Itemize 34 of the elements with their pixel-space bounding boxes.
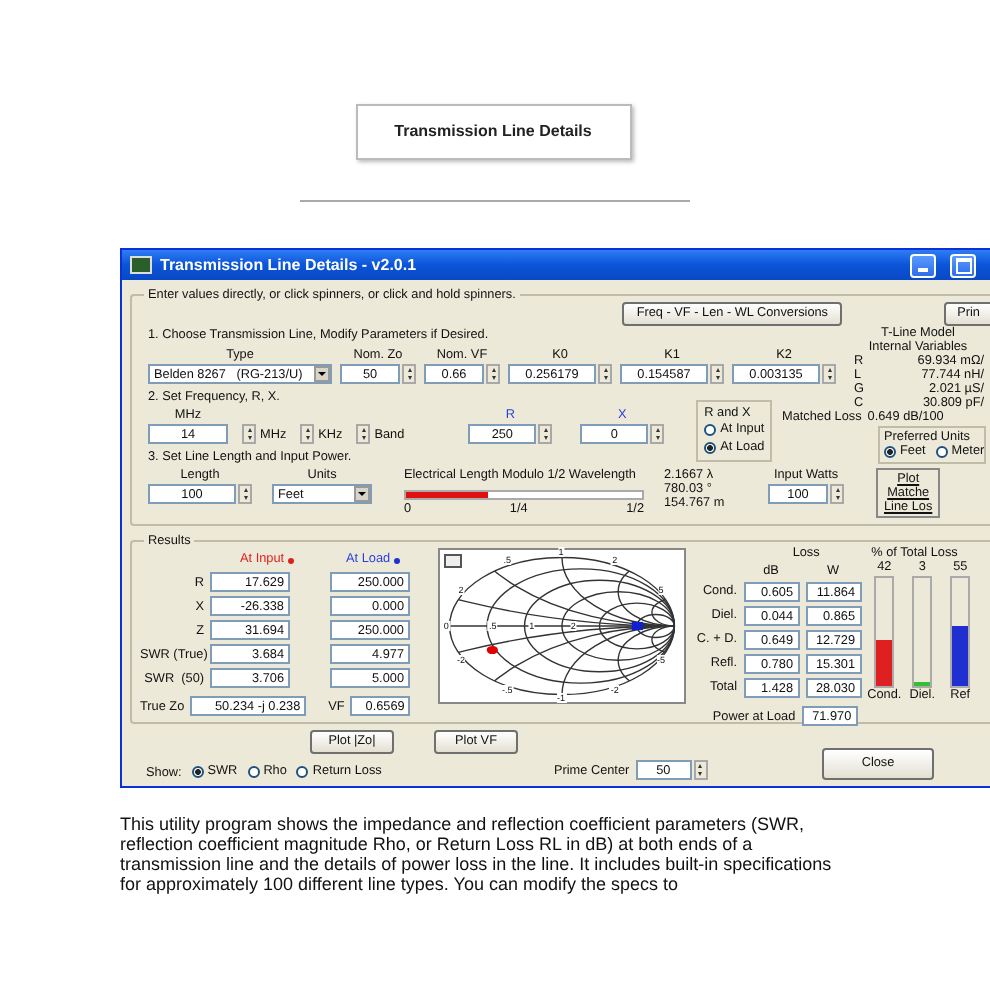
caret-icon — [354, 486, 370, 502]
spinner-button[interactable] — [830, 484, 844, 504]
spinner-button[interactable] — [693, 760, 708, 780]
spinner-button[interactable] — [242, 424, 256, 444]
spinner-button[interactable] — [650, 424, 665, 444]
radio-button[interactable] — [247, 766, 260, 778]
load-point-marker — [630, 621, 642, 631]
caret-icon — [314, 366, 330, 382]
description-text: This utility program shows the impedance and reflection coefficient parameters (SWR, reflection coefficient magnitude Rho, or Return Loss RL in dB) at both ends of a transmission line and the details of power loss in the line. It includes built-in specifications for approximately 100 different line types. You can modify the specs to — [120, 814, 834, 894]
radio-button[interactable] — [296, 766, 309, 778]
spinner-button[interactable] — [538, 424, 553, 444]
spinner-button[interactable] — [300, 424, 315, 444]
radio-button[interactable] — [935, 446, 948, 458]
radio-button[interactable] — [704, 442, 717, 454]
spinner-button[interactable] — [486, 364, 500, 384]
spinner-button[interactable] — [402, 364, 416, 384]
input-point-marker — [485, 645, 497, 655]
app-icon — [130, 256, 152, 274]
spinner-button[interactable] — [710, 364, 724, 384]
spinner-button[interactable] — [822, 364, 836, 384]
radio-button[interactable] — [884, 446, 896, 458]
window-title: Transmission Line Details - v2.0.1 — [160, 256, 419, 274]
maximize-button[interactable] — [950, 253, 976, 277]
marker-dot-icon — [394, 557, 401, 563]
radio-button[interactable] — [704, 424, 717, 436]
spinner-button[interactable] — [238, 484, 252, 504]
spinner-button[interactable] — [356, 424, 371, 444]
spinner-button[interactable] — [598, 364, 612, 384]
chart-icon — [443, 554, 461, 568]
minimize-button[interactable] — [910, 253, 936, 277]
marker-dot-icon — [288, 557, 295, 563]
radio-button[interactable] — [191, 766, 204, 778]
document-title: Transmission Line Details — [355, 104, 631, 160]
electrical-length-track[interactable] — [404, 490, 644, 500]
